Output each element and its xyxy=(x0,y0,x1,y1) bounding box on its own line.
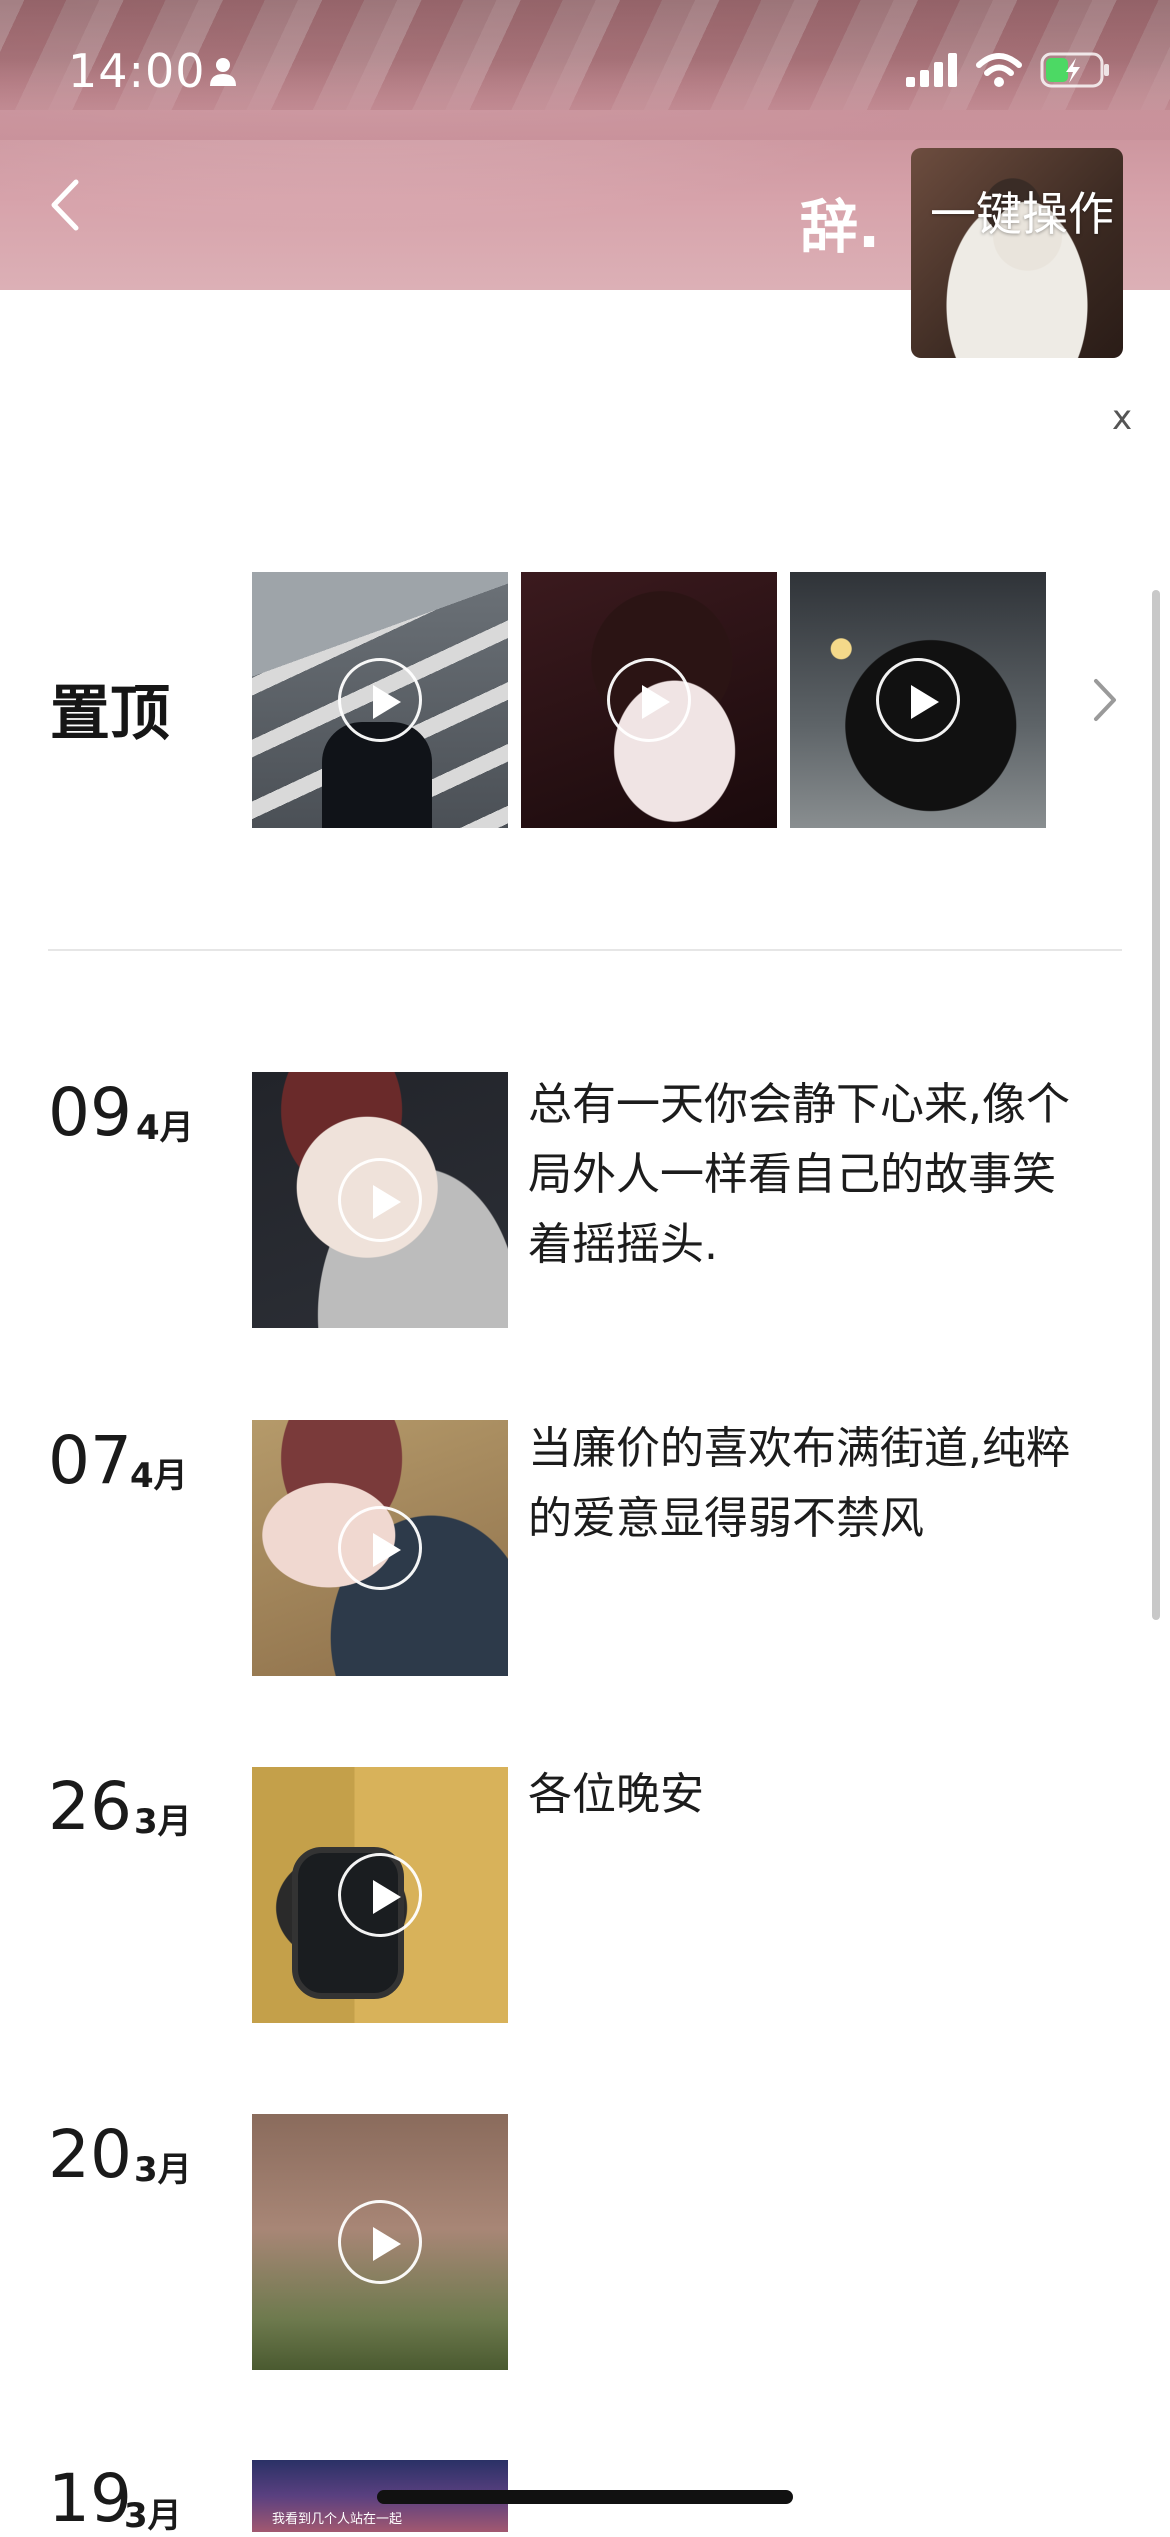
play-icon xyxy=(338,658,422,742)
entry-caption: 当廉价的喜欢布满街道,纯粹的爱意显得弱不禁风 xyxy=(528,1423,1070,1544)
video-thumbnail[interactable] xyxy=(252,1767,508,2023)
video-thumbnail[interactable] xyxy=(252,1072,508,1328)
entry-day: 26 xyxy=(48,1768,132,1845)
entry-month: 4月 xyxy=(130,1456,188,1496)
entry-day: 09 xyxy=(48,1074,132,1151)
pinned-video-3[interactable] xyxy=(790,572,1046,828)
battery-charging-icon xyxy=(1040,52,1109,88)
chevron-right-icon[interactable] xyxy=(1090,675,1120,725)
entry-month: 3月 xyxy=(134,1802,192,1842)
entry-day: 07 xyxy=(48,1422,132,1499)
cellular-signal-icon xyxy=(906,53,957,87)
entry-caption: 各位晚安 xyxy=(528,1769,704,1820)
wifi-icon xyxy=(976,53,1022,87)
status-icons xyxy=(906,52,1110,88)
status-time: 14:00 xyxy=(68,44,206,98)
entry-day: 20 xyxy=(48,2116,132,2193)
pinned-video-2[interactable] xyxy=(521,572,777,828)
entry-month: 4月 xyxy=(136,1108,194,1148)
play-icon xyxy=(876,658,960,742)
play-icon xyxy=(338,1158,422,1242)
pinned-label: 置顶 xyxy=(50,679,170,749)
home-indicator[interactable] xyxy=(377,2490,793,2504)
video-thumbnail[interactable] xyxy=(252,1420,508,1676)
profile-name: 辞. xyxy=(800,193,881,261)
scrollbar[interactable] xyxy=(1152,590,1160,1620)
person-icon xyxy=(210,58,236,86)
pinned-video-1[interactable] xyxy=(252,572,508,828)
thumbnail-caption: 我看到几个人站在一起 xyxy=(272,2512,403,2527)
entry-caption: 总有一天你会静下心来,像个局外人一样看自己的故事笑着摇摇头. xyxy=(528,1079,1070,1270)
video-thumbnail[interactable] xyxy=(252,2114,508,2370)
play-icon xyxy=(338,1853,422,1937)
back-chevron-icon[interactable] xyxy=(40,170,90,240)
entry-month: 3月 xyxy=(124,2496,182,2536)
play-icon xyxy=(338,1506,422,1590)
play-icon xyxy=(607,658,691,742)
divider xyxy=(48,949,1122,951)
batch-action-button[interactable]: 一键操作 xyxy=(930,178,1114,244)
close-button[interactable]: x xyxy=(1112,398,1132,438)
entry-month: 3月 xyxy=(134,2150,192,2190)
entry-day: 19 xyxy=(48,2460,132,2537)
play-icon xyxy=(338,2200,422,2284)
